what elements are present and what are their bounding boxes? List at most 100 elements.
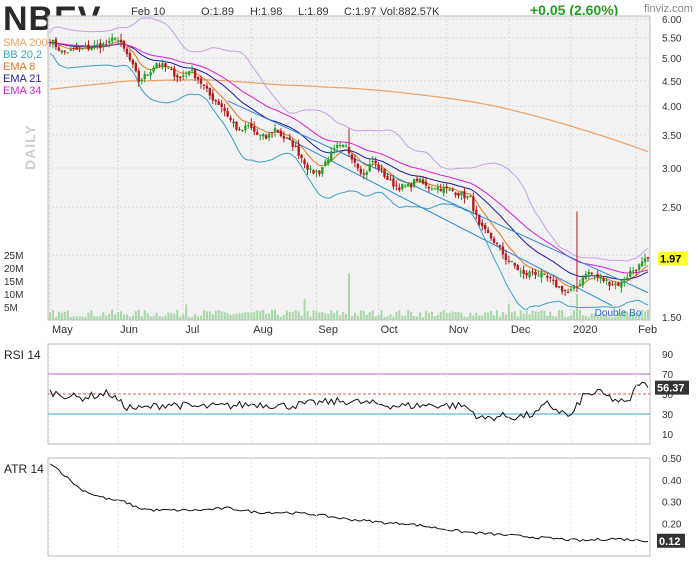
volume-bar: [537, 311, 540, 320]
candle-body: [205, 85, 209, 89]
candle-body: [232, 121, 235, 124]
double-bottom-annotation: Double Bo: [595, 308, 642, 319]
candle-body: [528, 271, 531, 278]
volume-bar: [407, 310, 410, 320]
candle-body: [498, 244, 502, 247]
candle-body: [646, 257, 650, 259]
volume-bar: [167, 312, 170, 320]
volume-bar: [371, 310, 374, 320]
candle-body: [427, 187, 431, 189]
price-tick-label: 5.50: [662, 34, 682, 45]
candle-body: [229, 117, 232, 120]
volume-bar: [368, 312, 371, 320]
candle-body: [626, 277, 629, 280]
candle-body: [303, 159, 306, 165]
candle-body: [202, 84, 206, 86]
volume-bar: [49, 312, 51, 320]
candle-body: [78, 47, 81, 49]
candle-body: [217, 101, 220, 105]
volume-bar: [117, 312, 120, 320]
candle-body: [264, 135, 268, 139]
volume-bar: [501, 312, 504, 320]
volume-bar: [114, 314, 117, 320]
candle-body: [460, 191, 463, 196]
volume-bar: [158, 316, 161, 320]
candle-body: [415, 178, 419, 182]
volume-tick-label: 15M: [4, 277, 23, 288]
candle-body: [140, 79, 143, 82]
volume-bar: [223, 312, 226, 320]
candle-body: [392, 178, 395, 187]
candle-body: [167, 67, 170, 69]
volume-bar: [288, 311, 291, 320]
volume-bar: [291, 311, 294, 320]
volume-bar: [333, 313, 336, 320]
candle-body: [113, 38, 117, 40]
candle-body: [211, 93, 215, 101]
candle-body: [481, 222, 484, 227]
last-price-value: 1.97: [660, 253, 681, 265]
chart-stage: NBEV Feb 10 O:1.89 H:1.98 L:1.89 C:1.97 …: [0, 0, 700, 566]
volume-bar: [60, 312, 63, 320]
volume-bar: [155, 312, 158, 320]
volume-bar: [120, 311, 123, 320]
candle-body: [176, 75, 179, 78]
candle-body: [226, 110, 229, 117]
candle-body: [235, 121, 238, 130]
candle-body: [48, 42, 52, 44]
volume-bar: [235, 313, 238, 320]
month-label: Jun: [120, 324, 138, 336]
volume-bar: [398, 310, 401, 320]
candle-body: [69, 49, 72, 51]
volume-bar: [481, 315, 484, 320]
candle-body: [534, 271, 537, 276]
candle-body: [327, 159, 330, 164]
atr-tick-label: 0.30: [662, 498, 682, 509]
volume-bar: [268, 313, 271, 320]
volume-bar: [229, 314, 232, 320]
volume-bar: [484, 312, 487, 320]
month-label: Dec: [511, 324, 531, 336]
candle-body: [629, 270, 632, 277]
candle-body: [187, 71, 191, 75]
volume-bar: [392, 317, 395, 320]
candle-body: [445, 186, 448, 189]
atr-panel-bg: [47, 457, 651, 557]
candle-body: [318, 170, 321, 174]
atr-tick-label: 0.40: [662, 476, 682, 487]
candle-body: [566, 292, 570, 294]
candle-body: [57, 47, 61, 51]
volume-bar: [238, 313, 241, 320]
candle-body: [155, 62, 158, 68]
volume-bar: [463, 316, 466, 320]
candle-body: [164, 63, 167, 68]
candle-body: [457, 192, 460, 196]
candle-body: [584, 274, 588, 279]
volume-bar: [552, 316, 555, 320]
candle-body: [483, 224, 487, 230]
volume-bar: [194, 314, 197, 320]
volume-bar: [205, 311, 208, 320]
volume-bar: [276, 314, 279, 320]
volume-bar: [197, 316, 200, 320]
candle-body: [540, 272, 543, 278]
candle-body: [84, 46, 87, 48]
candle-body: [552, 279, 555, 281]
volume-bar: [72, 316, 75, 320]
month-label: Aug: [253, 324, 273, 336]
candle-body: [581, 277, 585, 286]
volume-bar: [404, 315, 407, 320]
volume-bar: [487, 312, 490, 320]
volume-bar: [555, 316, 558, 320]
volume-bar: [128, 316, 131, 320]
volume-bar: [96, 316, 99, 320]
volume-bar: [564, 316, 567, 320]
volume-bar: [279, 316, 282, 320]
candle-body: [116, 40, 120, 42]
rsi-last-value: 56.37: [657, 383, 685, 395]
volume-bar: [232, 314, 235, 320]
candle-body: [161, 63, 164, 68]
candle-body: [519, 271, 522, 273]
candle-body: [51, 39, 55, 45]
candle-body: [182, 75, 185, 78]
